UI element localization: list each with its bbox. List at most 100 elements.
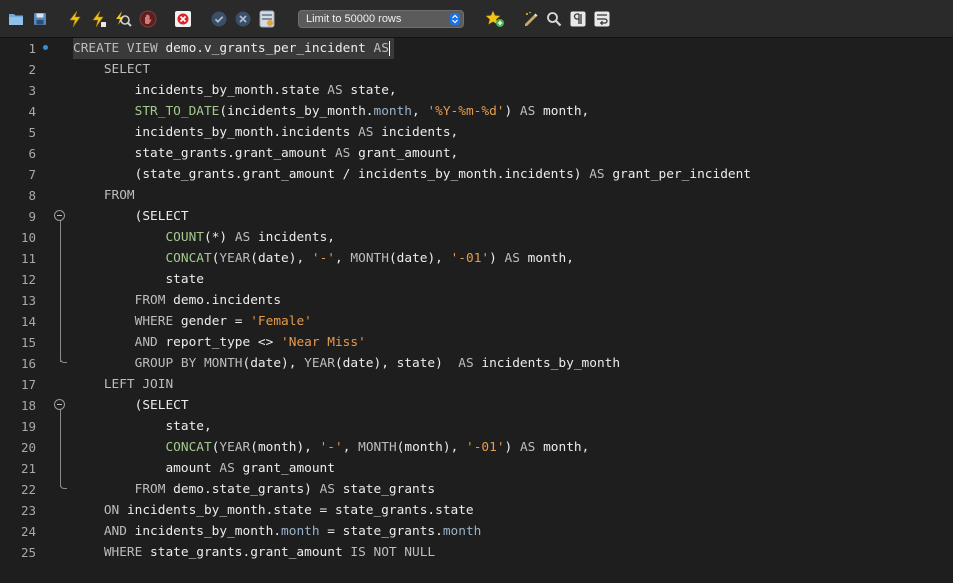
- code-token: demo.state_grants): [173, 482, 320, 497]
- code-line[interactable]: (SELECT: [73, 206, 189, 227]
- line-number: 24: [20, 524, 36, 539]
- code-token: state_grants.grant_amount: [150, 545, 351, 560]
- code-token: state,: [350, 83, 397, 98]
- code-token: month: [281, 524, 320, 539]
- code-token: '-': [319, 440, 343, 455]
- code-line[interactable]: GROUP BY MONTH(date), YEAR(date), state)…: [73, 353, 620, 374]
- line-number: 16: [20, 356, 36, 371]
- code-token: COUNT: [73, 230, 204, 245]
- code-token: ): [504, 440, 520, 455]
- execute-icon[interactable]: [65, 8, 85, 30]
- text-caret: [388, 41, 390, 56]
- line-number: 12: [20, 272, 36, 287]
- fold-toggle-icon[interactable]: [54, 399, 65, 410]
- toggle-error-icon[interactable]: [172, 8, 194, 30]
- code-token: AS: [327, 83, 351, 98]
- code-line[interactable]: (state_grants.grant_amount / incidents_b…: [73, 164, 751, 185]
- code-line[interactable]: incidents_by_month.incidents AS incident…: [73, 122, 459, 143]
- code-line[interactable]: SELECT: [73, 59, 150, 80]
- code-token: STR_TO_DATE: [73, 104, 220, 119]
- code-token: AS: [504, 251, 528, 266]
- beautify-icon[interactable]: [521, 8, 541, 30]
- limit-rows-select[interactable]: Limit to 50000 rows: [298, 10, 464, 28]
- fold-range-end: [60, 483, 67, 489]
- code-line[interactable]: FROM demo.state_grants) AS state_grants: [73, 479, 436, 500]
- code-line[interactable]: WHERE state_grants.grant_amount IS NOT N…: [73, 542, 435, 563]
- limit-rows-value: Limit to 50000 rows: [306, 13, 402, 25]
- code-line[interactable]: FROM: [73, 185, 135, 206]
- line-number: 13: [20, 293, 36, 308]
- line-number: 6: [28, 146, 36, 161]
- execute-current-icon[interactable]: [89, 8, 109, 30]
- code-token: AND: [73, 335, 166, 350]
- code-token: ): [489, 251, 505, 266]
- code-line[interactable]: STR_TO_DATE(incidents_by_month.month, '%…: [73, 101, 590, 122]
- code-token: AS: [519, 440, 544, 455]
- code-token: AS: [519, 104, 544, 119]
- code-token: YEAR: [219, 440, 251, 455]
- line-number: 25: [20, 545, 36, 560]
- code-line[interactable]: AND report_type <> 'Near Miss': [73, 332, 366, 353]
- code-token: (date), state): [334, 356, 459, 371]
- code-token: demo.incidents: [173, 293, 282, 308]
- code-token: YEAR: [219, 251, 251, 266]
- save-icon[interactable]: [30, 8, 50, 30]
- line-number: 1: [28, 41, 36, 56]
- stop-icon[interactable]: [137, 8, 159, 30]
- code-line[interactable]: state_grants.grant_amount AS grant_amoun…: [73, 143, 459, 164]
- code-token: '-01': [450, 251, 490, 266]
- code-line[interactable]: incidents_by_month.state AS state,: [73, 80, 397, 101]
- code-token: AND: [73, 524, 135, 539]
- code-token: WHERE: [73, 314, 181, 329]
- autocommit-icon[interactable]: [257, 8, 277, 30]
- code-token: = state_grants.: [319, 524, 443, 539]
- code-line[interactable]: CONCAT(YEAR(month), '-', MONTH(month), '…: [73, 437, 589, 458]
- code-token: ,: [412, 104, 428, 119]
- code-token: YEAR: [304, 356, 335, 371]
- code-line[interactable]: CREATE VIEW demo.v_grants_per_incident A…: [73, 38, 394, 59]
- code-token: FROM: [73, 188, 135, 203]
- code-token: (date),: [388, 251, 451, 266]
- code-line[interactable]: ON incidents_by_month.state = state_gran…: [73, 500, 474, 521]
- code-token: (SELECT: [73, 398, 189, 413]
- code-token: '-': [311, 251, 335, 266]
- code-line[interactable]: AND incidents_by_month.month = state_gra…: [73, 521, 482, 542]
- code-token: amount: [73, 461, 220, 476]
- code-token: (month),: [396, 440, 466, 455]
- line-number: 2: [28, 62, 36, 77]
- line-number: 22: [20, 482, 36, 497]
- code-line[interactable]: state,: [73, 416, 212, 437]
- chevron-updown-icon: [450, 13, 460, 25]
- code-token: state,: [73, 419, 212, 434]
- code-line[interactable]: CONCAT(YEAR(date), '-', MONTH(date), '-0…: [73, 248, 573, 269]
- open-folder-icon[interactable]: [6, 8, 26, 30]
- add-snippet-icon[interactable]: [484, 8, 506, 30]
- code-token: report_type <>: [165, 335, 282, 350]
- explain-icon[interactable]: [112, 8, 134, 30]
- code-line[interactable]: FROM demo.incidents: [73, 290, 281, 311]
- invisibles-icon[interactable]: [568, 8, 588, 30]
- wrap-icon[interactable]: [592, 8, 612, 30]
- fold-toggle-icon[interactable]: [54, 210, 65, 221]
- code-token: state_grants.grant_amount: [73, 146, 335, 161]
- code-token: (incidents_by_month.: [219, 104, 374, 119]
- sql-editor[interactable]: 1 2 3 4 5 6 7 8 9 10 11 12 13 14 15 16 17 18 19 20 21 22 23 24 2…: [0, 38, 953, 583]
- code-line[interactable]: COUNT(*) AS incidents,: [73, 227, 335, 248]
- rollback-icon[interactable]: [233, 8, 253, 30]
- code-token: CONCAT: [73, 251, 212, 266]
- code-token: AS: [319, 482, 343, 497]
- line-number: 4: [28, 104, 36, 119]
- code-line[interactable]: LEFT JOIN: [73, 374, 173, 395]
- code-token: 'Female': [250, 314, 312, 329]
- code-token: demo.v_grants_per_incident: [165, 41, 374, 56]
- code-line[interactable]: state: [73, 269, 204, 290]
- code-token: GROUP BY MONTH: [73, 356, 243, 371]
- code-line[interactable]: WHERE gender = 'Female': [73, 311, 312, 332]
- line-number: 18: [20, 398, 36, 413]
- find-icon[interactable]: [544, 8, 564, 30]
- code-token: ,: [335, 251, 351, 266]
- commit-icon[interactable]: [209, 8, 229, 30]
- code-line[interactable]: amount AS grant_amount: [73, 458, 335, 479]
- code-line[interactable]: (SELECT: [73, 395, 189, 416]
- line-number: 15: [20, 335, 36, 350]
